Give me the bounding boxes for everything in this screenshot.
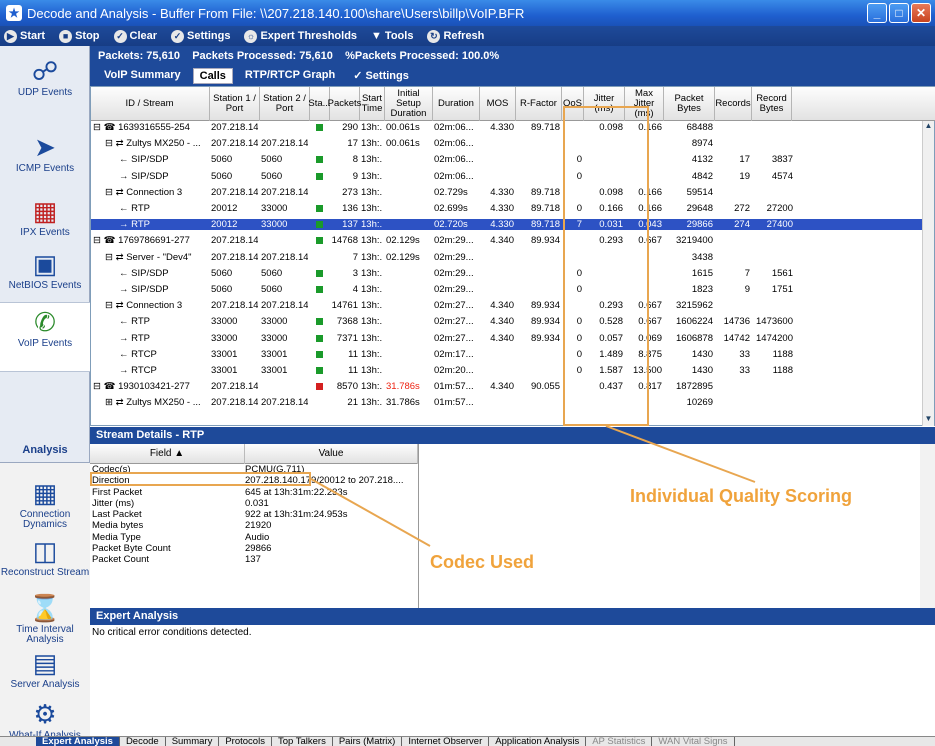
codec-callout: Codec Used <box>430 552 535 572</box>
quality-callout: Individual Quality Scoring <box>630 486 853 506</box>
callout-lines <box>310 425 756 547</box>
